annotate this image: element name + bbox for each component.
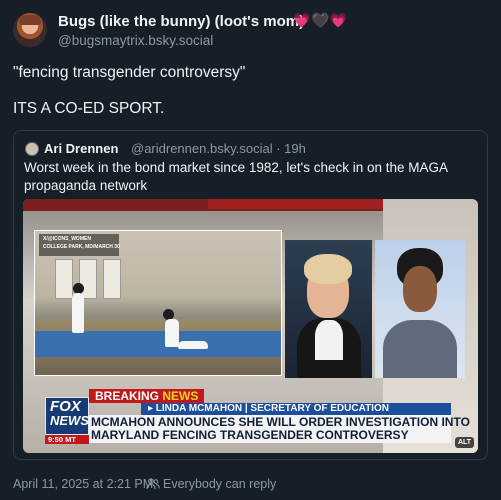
shirt-collar [315, 320, 343, 360]
post-text-line: "fencing transgender controversy" [13, 64, 246, 81]
quoted-author-handle: @aridrennen.bsky.social · 19h [131, 141, 306, 156]
fencing-video-panel: X/@ICONS_WOMEN COLLEGE PARK, MD/MARCH 30 [34, 230, 282, 376]
people-icon [146, 478, 160, 490]
quoted-author-name: Ari Drennen [44, 141, 119, 156]
post-text-line: ITS A CO-ED SPORT. [13, 100, 165, 117]
pink-heart-icon: 💗 [329, 12, 349, 28]
host-video-panel [375, 240, 465, 378]
subtitle-text: ▸ LINDA MCMAHON | SECRETARY OF EDUCATION [148, 403, 389, 414]
fencer-figure [72, 293, 84, 333]
video-credit: X/@ICONS_WOMEN [43, 236, 91, 242]
headline-line: MARYLAND FENCING TRANSGENDER CONTROVERSY [91, 428, 409, 442]
kneeling-fencer-leg [178, 341, 208, 349]
author-handle[interactable]: @bugsmaytrix.bsky.social [58, 33, 213, 48]
video-location: COLLEGE PARK, MD/MARCH 30 [43, 244, 120, 250]
person-hair [304, 254, 352, 284]
gym-window [103, 259, 121, 299]
name-emoji: 💗🖤💗 [293, 12, 348, 29]
broadcast-clock: 9:50 MT [48, 435, 76, 444]
quoted-post-text-line: Worst week in the bond market since 1982… [24, 160, 449, 175]
network-logo-text: NEWS [50, 413, 89, 428]
black-heart-icon: 🖤 [311, 12, 330, 28]
alt-text-badge[interactable]: ALT [455, 437, 474, 448]
person-face [403, 266, 437, 312]
post-timestamp: April 11, 2025 at 2:21 PM [13, 477, 154, 491]
quoted-post-card[interactable]: Ari Drennen @aridrennen.bsky.social · 19… [13, 130, 488, 460]
pink-heart-icon: 💗 [293, 12, 312, 28]
breaking-news-banner: BREAKING NEWS [89, 389, 205, 403]
reply-setting: Everybody can reply [163, 477, 277, 491]
fencing-piste [35, 331, 281, 357]
quoted-author-avatar [25, 142, 39, 156]
person-body [383, 320, 457, 378]
kneeling-fencer-figure [165, 319, 179, 347]
gym-window [55, 259, 73, 299]
mcmahon-video-panel [285, 240, 372, 378]
author-display-name[interactable]: Bugs (like the bunny) (loot's mom) [58, 13, 304, 30]
news-screenshot-image[interactable]: X/@ICONS_WOMEN COLLEGE PARK, MD/MARCH 30… [23, 199, 478, 453]
author-avatar[interactable] [13, 13, 47, 47]
quoted-post-text-line: propaganda network [24, 178, 148, 193]
